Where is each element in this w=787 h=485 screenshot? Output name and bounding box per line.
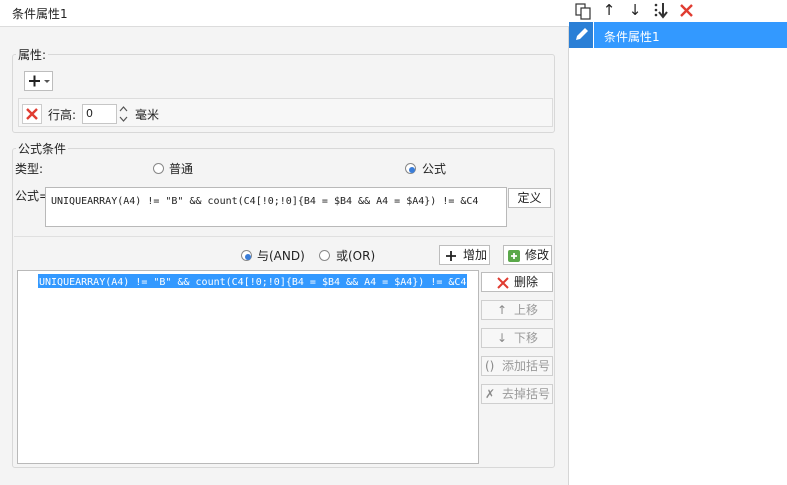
formula-input[interactable]: UNIQUEARRAY(A4) != "B" && count(C4[!0;!0… bbox=[45, 187, 507, 227]
formula-divider bbox=[14, 236, 553, 237]
row-height-stepper[interactable] bbox=[117, 104, 130, 124]
arrow-down-icon: ↓ bbox=[497, 331, 508, 345]
move-down-button[interactable]: ↓ 下移 bbox=[481, 328, 553, 348]
formula-label: 公式= bbox=[15, 189, 50, 203]
delete-icon[interactable] bbox=[677, 1, 697, 21]
add-bracket-button[interactable]: () 添加括号 bbox=[481, 356, 553, 376]
plus-icon bbox=[446, 251, 456, 261]
add-bracket-label: 添加括号 bbox=[502, 359, 551, 373]
type-formula-label[interactable]: 公式 bbox=[422, 160, 446, 177]
logic-or-radio[interactable] bbox=[319, 250, 330, 261]
move-up-label: 上移 bbox=[514, 303, 539, 317]
define-button[interactable]: 定义 bbox=[508, 188, 551, 208]
remove-bracket-icon: ✗ bbox=[485, 387, 496, 401]
stepper-arrows-icon bbox=[119, 106, 128, 122]
formula-condition-legend: 公式条件 bbox=[16, 140, 69, 157]
add-property-button[interactable] bbox=[24, 71, 53, 91]
condition-list-panel bbox=[569, 0, 787, 485]
condition-list[interactable]: UNIQUEARRAY(A4) != "B" && count(C4[!0;!0… bbox=[17, 270, 479, 464]
delete-icon bbox=[26, 108, 38, 120]
window-title: 条件属性1 bbox=[12, 7, 68, 21]
move-down-label: 下移 bbox=[514, 331, 539, 345]
delete-condition-label: 删除 bbox=[514, 275, 539, 289]
logic-or-label[interactable]: 或(OR) bbox=[336, 247, 375, 264]
row-height-value: 0 bbox=[86, 107, 93, 120]
condition-item-label: 条件属性1 bbox=[604, 30, 660, 44]
condition-list-item[interactable]: UNIQUEARRAY(A4) != "B" && count(C4[!0;!0… bbox=[38, 274, 468, 288]
add-condition-label: 增加 bbox=[463, 248, 488, 262]
modify-condition-label: 修改 bbox=[525, 248, 550, 262]
condition-item-selected[interactable]: 条件属性1 bbox=[569, 22, 787, 48]
type-normal-label[interactable]: 普通 bbox=[169, 160, 193, 177]
edit-icon bbox=[569, 22, 594, 48]
bracket-icon: () bbox=[485, 359, 495, 373]
remove-row-button[interactable] bbox=[22, 104, 42, 124]
move-bottom-icon[interactable] bbox=[651, 1, 671, 21]
properties-legend: 属性: bbox=[16, 46, 49, 63]
modify-condition-button[interactable]: 修改 bbox=[503, 245, 552, 265]
row-height-unit: 毫米 bbox=[135, 108, 160, 122]
window-title-bar: 条件属性1 bbox=[0, 0, 569, 27]
row-height-input[interactable]: 0 bbox=[82, 104, 117, 124]
formula-text: UNIQUEARRAY(A4) != "B" && count(C4[!0;!0… bbox=[51, 196, 479, 207]
edit-icon bbox=[508, 250, 520, 262]
logic-and-label[interactable]: 与(AND) bbox=[257, 247, 305, 264]
add-condition-button[interactable]: 增加 bbox=[439, 245, 490, 265]
row-height-label: 行高: bbox=[48, 108, 77, 122]
arrow-down-icon[interactable]: ↓ bbox=[625, 1, 645, 21]
move-up-button[interactable]: ↑ 上移 bbox=[481, 300, 553, 320]
type-formula-radio[interactable] bbox=[405, 163, 416, 174]
type-label: 类型: bbox=[15, 162, 44, 176]
condition-text: UNIQUEARRAY(A4) != "B" && count(C4[!0;!0… bbox=[39, 277, 467, 288]
logic-and-radio[interactable] bbox=[241, 250, 252, 261]
delete-icon bbox=[497, 277, 509, 289]
remove-bracket-label: 去掉括号 bbox=[502, 387, 551, 401]
arrow-up-icon: ↑ bbox=[497, 303, 508, 317]
delete-condition-button[interactable]: 删除 bbox=[481, 272, 553, 292]
type-normal-radio[interactable] bbox=[153, 163, 164, 174]
copy-icon[interactable] bbox=[573, 1, 593, 21]
remove-bracket-button[interactable]: ✗ 去掉括号 bbox=[481, 384, 553, 404]
arrow-up-icon[interactable]: ↑ bbox=[599, 1, 619, 21]
plus-icon bbox=[29, 75, 50, 87]
